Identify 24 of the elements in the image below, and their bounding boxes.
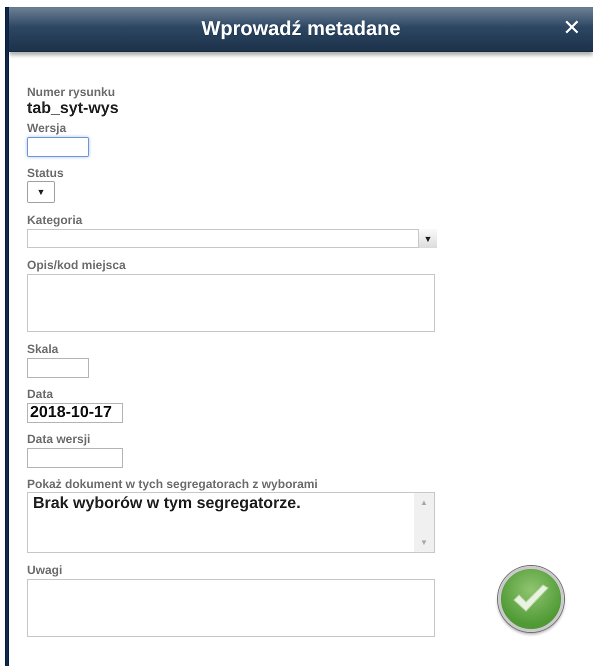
confirm-button[interactable] <box>498 566 564 632</box>
close-button[interactable]: ✕ <box>558 17 585 41</box>
field-label: Opis/kod miejsca <box>27 258 127 272</box>
dialog-title: Wprowadź metadane <box>202 18 400 41</box>
drawing-number: tab_syt-wys <box>27 99 120 118</box>
text-area[interactable] <box>27 274 435 332</box>
field-label: Pokaż dokument w tych segregatorach z wyborami <box>27 477 319 491</box>
text-field[interactable] <box>27 448 123 468</box>
field-label: Kategoria <box>27 213 84 227</box>
list-message: Brak wyborów w tym segregatorze. <box>32 494 302 514</box>
category-field[interactable] <box>27 229 419 248</box>
field-label: Status <box>27 166 65 180</box>
field-label: Skala <box>27 342 60 356</box>
text-field[interactable] <box>27 358 89 378</box>
status-dropdown[interactable]: ▼ <box>27 181 55 203</box>
text-field[interactable]: 2018-10-17 <box>27 403 123 423</box>
field-label: Data <box>27 387 54 401</box>
field-label: Data wersji <box>27 432 92 446</box>
text-field[interactable] <box>27 137 89 157</box>
field-label: Numer rysunku <box>27 85 116 99</box>
field-label: Wersja <box>27 121 68 135</box>
field-label: Uwagi <box>27 563 64 577</box>
text-area[interactable] <box>27 579 435 637</box>
dropdown-button[interactable]: ▼ <box>419 229 437 248</box>
